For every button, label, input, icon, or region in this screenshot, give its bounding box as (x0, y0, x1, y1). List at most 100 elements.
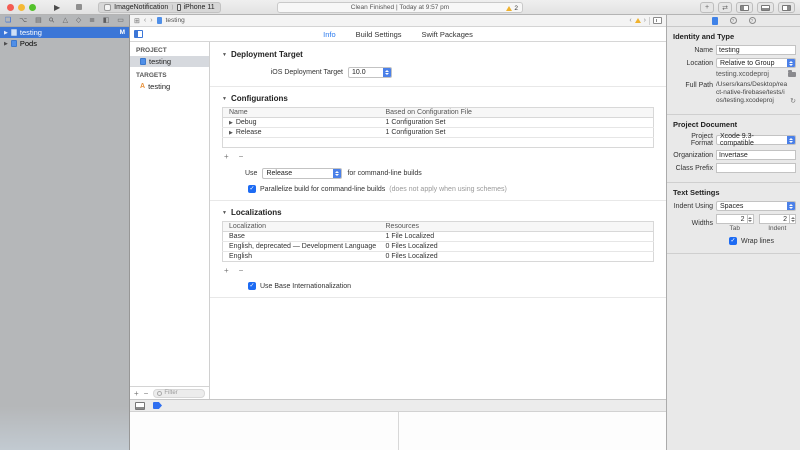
toolbar-right-buttons: + ⇄ (700, 2, 795, 13)
tab-swift-packages[interactable]: Swift Packages (422, 30, 473, 39)
target-row-testing[interactable]: A testing (130, 81, 209, 92)
folder-icon[interactable] (788, 72, 796, 77)
class-prefix-field[interactable] (716, 163, 796, 173)
full-path-value: /Users/kans/Desktop/react-native-firebas… (716, 81, 787, 104)
remove-target-button[interactable]: − (144, 387, 149, 400)
related-items-icon[interactable]: ⊞ (134, 17, 140, 25)
column-header-name[interactable]: Name (223, 108, 380, 118)
table-row[interactable]: ▶Debug 1 Configuration Set (223, 118, 654, 128)
find-navigator-icon[interactable]: ⚲ (46, 14, 58, 26)
table-row[interactable]: English, deprecated — Development Langua… (223, 242, 654, 252)
file-inspector-icon[interactable] (712, 17, 718, 25)
disclosure-icon[interactable]: ▶ (229, 130, 233, 136)
project-format-dropdown[interactable]: Xcode 9.3-compatible (716, 135, 796, 145)
tab-width-stepper[interactable]: 2 (716, 214, 754, 224)
report-navigator-icon[interactable]: ▭ (117, 15, 124, 27)
disclosure-icon[interactable]: ▶ (4, 41, 8, 47)
table-row[interactable]: English 0 Files Localized (223, 252, 654, 262)
disclosure-open-icon: ▼ (222, 96, 227, 102)
test-navigator-icon[interactable]: ◇ (76, 15, 81, 27)
name-field[interactable] (716, 45, 796, 55)
next-issue-button[interactable]: › (644, 17, 646, 24)
base-internationalization-checkbox[interactable]: ✓ (248, 282, 256, 290)
location-dropdown[interactable]: Relative to Group (716, 58, 796, 68)
debug-navigator-icon[interactable]: ≣ (89, 15, 95, 27)
disclosure-icon[interactable]: ▶ (229, 120, 233, 126)
column-header-resources[interactable]: Resources (380, 222, 654, 232)
column-header-file[interactable]: Based on Configuration File (380, 108, 654, 118)
editor-area: ⊞ ‹ › testing ‹ › Info Build Settings S (130, 15, 666, 450)
forward-button[interactable]: › (150, 17, 152, 24)
indent-width-stepper[interactable]: 2 (759, 214, 797, 224)
zoom-window-button[interactable] (29, 4, 36, 11)
divider (649, 17, 650, 25)
add-localization-button[interactable]: + (224, 266, 229, 276)
stepper-arrows-icon[interactable] (747, 215, 753, 223)
project-tree-item-pods[interactable]: ▶ Pods (0, 38, 129, 49)
table-row[interactable]: ▶Release 1 Configuration Set (223, 128, 654, 138)
widths-label: Widths (671, 220, 713, 227)
remove-localization-button[interactable]: − (239, 266, 244, 276)
indent-using-dropdown[interactable]: Spaces (716, 201, 796, 211)
projects-targets-panel: PROJECT testing TARGETS A testing + − (130, 42, 210, 399)
tab-build-settings[interactable]: Build Settings (356, 30, 402, 39)
modified-badge: M (120, 29, 125, 36)
warning-badge[interactable]: 2 (506, 5, 518, 12)
target-row-label: testing (148, 82, 170, 91)
configurations-section-header[interactable]: ▼ Configurations (222, 94, 666, 103)
localizations-section-header[interactable]: ▼ Localizations (222, 208, 666, 217)
editor-options-icon[interactable] (653, 17, 662, 24)
stepper-arrows-icon[interactable] (789, 215, 795, 223)
minimize-window-button[interactable] (18, 4, 25, 11)
window-content: ❏ ⌥ ▤ ⚲ △ ◇ ≣ ◧ ▭ ▶ testing M ▶ Pods (0, 15, 800, 450)
localization-name: Base (223, 232, 380, 242)
command-line-configuration-dropdown[interactable]: Release (262, 168, 342, 179)
parallelize-checkbox[interactable]: ✓ (248, 185, 256, 193)
breakpoints-toggle-icon[interactable] (153, 402, 162, 409)
back-button[interactable]: ‹ (144, 17, 146, 24)
toggle-debug-area-button[interactable] (757, 2, 774, 13)
filter-input[interactable]: Filter (153, 389, 205, 398)
toggle-navigator-button[interactable] (736, 2, 753, 13)
source-control-navigator-icon[interactable]: ⌥ (19, 15, 27, 27)
table-header-row: Localization Resources (223, 222, 654, 232)
previous-issue-button[interactable]: ‹ (629, 17, 631, 24)
history-inspector-icon[interactable]: ? (730, 17, 737, 24)
column-header-localization[interactable]: Localization (223, 222, 380, 232)
ios-deployment-target-dropdown[interactable]: 10.0 (348, 67, 392, 78)
tab-info[interactable]: Info (323, 30, 336, 39)
close-window-button[interactable] (7, 4, 14, 11)
remove-configuration-button[interactable]: − (239, 152, 244, 162)
add-target-button[interactable]: + (134, 387, 139, 400)
code-review-button[interactable]: ⇄ (718, 2, 732, 13)
scheme-selector[interactable]: ImageNotification ⟩ iPhone 11 (98, 2, 220, 13)
deployment-target-section-header[interactable]: ▼ Deployment Target (222, 50, 666, 59)
table-row[interactable]: Base 1 File Localized (223, 232, 654, 242)
wrap-lines-checkbox[interactable]: ✓ (729, 237, 737, 245)
project-row-testing[interactable]: testing (130, 56, 209, 67)
configuration-name: Debug (236, 119, 257, 126)
run-button[interactable]: ▶ (54, 0, 60, 15)
console-view[interactable] (399, 412, 667, 450)
jump-bar-file-name[interactable]: testing (166, 17, 185, 24)
issue-navigator-icon[interactable]: △ (63, 15, 68, 27)
add-configuration-button[interactable]: + (224, 152, 229, 162)
breakpoint-navigator-icon[interactable]: ◧ (103, 15, 110, 27)
ios-deployment-target-label: iOS Deployment Target (248, 69, 343, 76)
toggle-inspector-button[interactable] (778, 2, 795, 13)
toggle-projects-list-icon[interactable] (134, 30, 143, 38)
disclosure-icon[interactable]: ▶ (4, 30, 8, 36)
quick-help-inspector-icon[interactable]: ? (749, 17, 756, 24)
organization-field[interactable] (716, 150, 796, 160)
symbol-navigator-icon[interactable]: ▤ (35, 15, 42, 27)
file-name-text: testing.xcodeproj (716, 71, 769, 78)
dropdown-arrows-icon (787, 136, 795, 144)
library-button[interactable]: + (700, 2, 714, 13)
stop-button[interactable] (76, 4, 82, 10)
project-tree-item-testing[interactable]: ▶ testing M (0, 27, 129, 38)
toggle-debug-area-icon[interactable] (135, 402, 145, 410)
warning-icon (506, 6, 512, 11)
reveal-arrow-icon[interactable]: ↻ (790, 97, 796, 105)
project-navigator-icon[interactable]: ❏ (5, 15, 11, 27)
variables-view[interactable] (130, 412, 398, 450)
